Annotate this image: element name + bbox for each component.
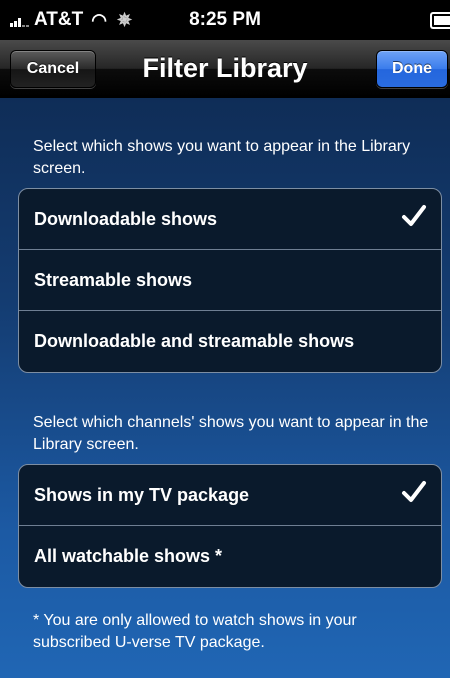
option-label: Streamable shows: [34, 269, 193, 290]
shows-section-description: Select which shows you want to appear in…: [33, 138, 411, 177]
option-label: Downloadable and streamable shows: [34, 331, 355, 351]
status-time: 8:25 PM: [189, 9, 261, 30]
channels-filter-group: Shows in my TV package All watchable sho…: [18, 464, 442, 588]
checkmark-icon: [402, 205, 426, 226]
option-downloadable-shows[interactable]: Downloadable shows: [19, 189, 441, 250]
option-label: Shows in my TV package: [34, 484, 250, 505]
option-downloadable-and-streamable-shows[interactable]: Downloadable and streamable shows: [19, 311, 441, 372]
option-label: All watchable shows *: [34, 546, 223, 566]
option-shows-in-my-tv-package[interactable]: Shows in my TV package: [19, 465, 441, 526]
checkmark-icon: [402, 481, 426, 502]
channels-section-description: Select which channels' shows you want to…: [33, 414, 429, 453]
option-all-watchable-shows[interactable]: All watchable shows *: [19, 526, 441, 587]
shows-filter-group: Downloadable shows Streamable shows Down…: [18, 188, 442, 373]
status-bar: AT&T ◠ ✵ 8:25 PM: [0, 0, 450, 40]
footnote: * You are only allowed to watch shows in…: [33, 612, 357, 651]
done-button[interactable]: Done: [376, 50, 448, 88]
filter-content: Select which shows you want to appear in…: [0, 98, 450, 678]
option-streamable-shows[interactable]: Streamable shows: [19, 250, 441, 311]
navigation-bar: Cancel Filter Library Done: [0, 40, 450, 98]
option-label: Downloadable shows: [34, 208, 218, 229]
battery-icon: [430, 12, 450, 29]
